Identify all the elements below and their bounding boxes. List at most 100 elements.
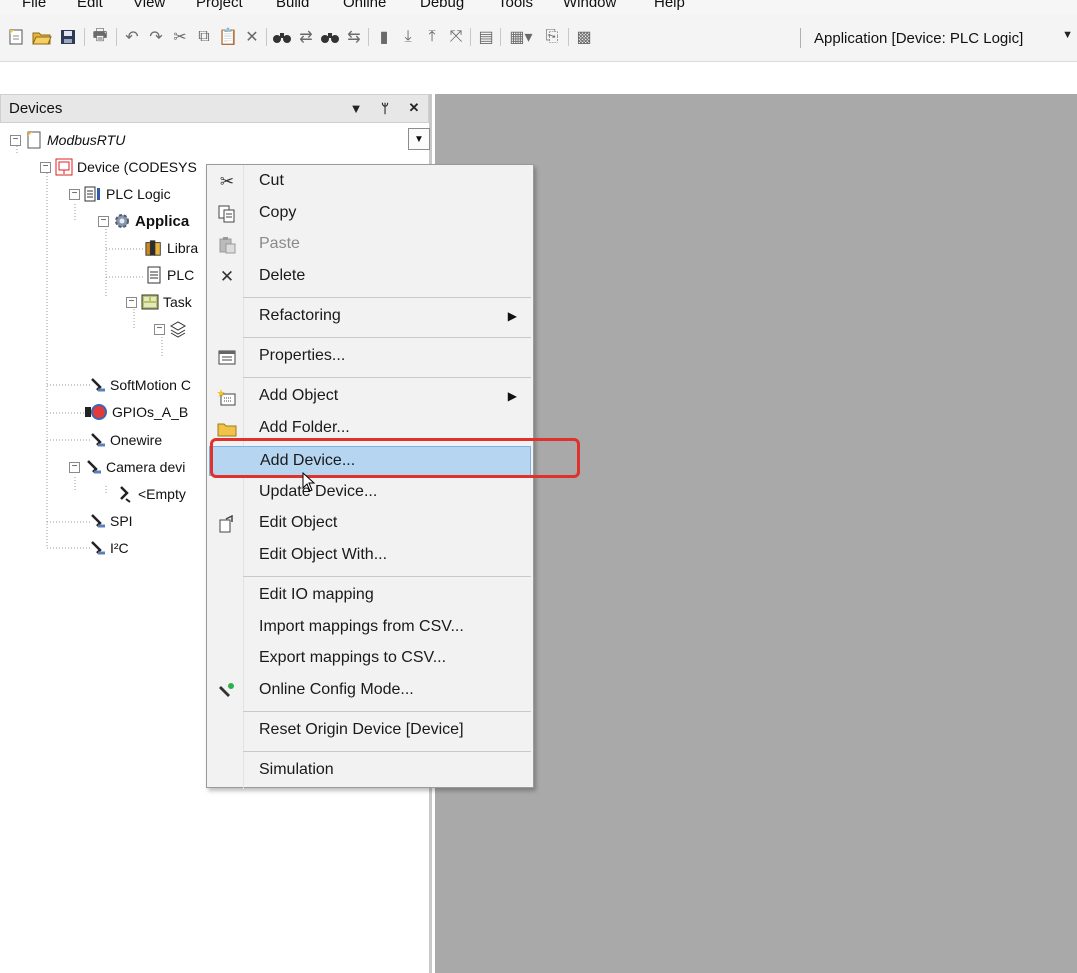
- add-object-toolbar-icon[interactable]: ▦▾: [506, 26, 536, 48]
- menu-item-edit-io-mapping[interactable]: Edit IO mapping: [209, 581, 531, 611]
- close-icon[interactable]: ✕: [405, 99, 423, 117]
- pin-icon[interactable]: ᛘ: [376, 99, 394, 117]
- open-project-icon[interactable]: [32, 26, 52, 48]
- bus-connector-icon: [84, 458, 102, 476]
- bus-connector-icon: [88, 431, 106, 449]
- menu-project[interactable]: Project: [196, 0, 243, 11]
- bookmark-icon[interactable]: ▮: [374, 26, 394, 48]
- tree-node-main-task[interactable]: −: [154, 318, 191, 340]
- menu-separator: [243, 751, 531, 752]
- redo-icon[interactable]: ↷: [146, 26, 166, 48]
- tree-label-empty: <Empty: [138, 486, 186, 502]
- copy-toolbar-icon[interactable]: ⧉: [194, 26, 214, 48]
- print-icon[interactable]: 🖶: [90, 26, 110, 48]
- add-object-icon: [216, 387, 238, 407]
- tree-node-task-configuration[interactable]: − Task: [126, 291, 192, 313]
- tree-node-plc-prg[interactable]: PLC: [145, 264, 194, 286]
- tree-node-onewire[interactable]: Onewire: [88, 429, 162, 451]
- menu-item-online-config-mode[interactable]: Online Config Mode...: [209, 676, 531, 706]
- menu-online[interactable]: Online: [343, 0, 386, 11]
- delete-toolbar-icon[interactable]: ✕: [242, 26, 262, 48]
- collapse-icon[interactable]: −: [40, 161, 51, 173]
- edit-object-toolbar-icon[interactable]: ⎘: [542, 26, 562, 48]
- tree-node-spi[interactable]: SPI: [88, 510, 133, 532]
- menu-edit[interactable]: Edit: [77, 0, 103, 11]
- collapse-icon[interactable]: −: [10, 134, 21, 146]
- wrench-icon: [216, 681, 238, 701]
- tree-node-i2c[interactable]: I²C: [88, 537, 129, 559]
- cut-toolbar-icon[interactable]: ✂: [170, 26, 190, 48]
- tree-label-camera: Camera devi: [106, 459, 186, 475]
- folder-icon: [216, 419, 238, 439]
- task-configuration-icon: [141, 293, 159, 311]
- menu-item-edit-object-with[interactable]: Edit Object With...: [209, 541, 531, 571]
- menu-debug[interactable]: Debug: [420, 0, 464, 11]
- menu-separator: [243, 377, 531, 378]
- bookmark-clear-icon[interactable]: ⤧: [446, 26, 466, 48]
- tree-label-plc-logic: PLC Logic: [106, 186, 171, 202]
- collapse-icon[interactable]: −: [98, 215, 109, 227]
- menu-bar: File Edit View Project Build Online Debu…: [0, 0, 1077, 14]
- find-next-icon[interactable]: [320, 26, 340, 48]
- panel-menu-chevron-icon[interactable]: ▼: [347, 99, 365, 117]
- tree-node-modbusrtu[interactable]: − ModbusRTU: [10, 129, 125, 151]
- replace-icon[interactable]: ⇆: [344, 26, 364, 48]
- menu-item-refactoring[interactable]: Refactoring ▶: [209, 302, 531, 332]
- menu-item-properties[interactable]: Properties...: [209, 342, 531, 372]
- menu-item-cut[interactable]: ✂ Cut: [209, 167, 531, 197]
- collapse-icon[interactable]: −: [69, 188, 80, 200]
- menu-item-simulation[interactable]: Simulation: [209, 756, 531, 786]
- tree-node-empty-slot[interactable]: <Empty: [116, 483, 186, 505]
- undo-icon[interactable]: ↶: [122, 26, 142, 48]
- active-application-combo[interactable]: Application [Device: PLC Logic] ▼: [806, 26, 1077, 50]
- bookmark-next-icon[interactable]: ⤓: [398, 26, 418, 48]
- tree-node-device[interactable]: − Device (CODESYS: [40, 156, 197, 178]
- tree-node-library-manager[interactable]: Libra: [145, 237, 198, 259]
- collapse-icon[interactable]: −: [154, 323, 165, 335]
- menu-tools[interactable]: Tools: [498, 0, 533, 11]
- tree-node-plc-logic[interactable]: − PLC Logic: [69, 183, 171, 205]
- menu-item-paste[interactable]: Paste: [209, 230, 531, 260]
- menu-view[interactable]: View: [133, 0, 165, 11]
- tree-label-softmotion: SoftMotion C: [110, 377, 191, 393]
- find-replace-icon[interactable]: ⇄: [296, 26, 316, 48]
- menu-item-delete[interactable]: ✕ Delete: [209, 262, 531, 292]
- save-icon[interactable]: [58, 26, 78, 48]
- menu-item-import-mappings[interactable]: Import mappings from CSV...: [209, 613, 531, 643]
- program-file-icon: [145, 266, 163, 284]
- menu-item-update-device[interactable]: Update Device...: [209, 478, 531, 508]
- paste-toolbar-icon[interactable]: 📋: [218, 26, 238, 48]
- tree-label-spi: SPI: [110, 513, 133, 529]
- tree-node-application[interactable]: − Applica: [98, 210, 189, 232]
- device-config-icon[interactable]: ▩: [574, 26, 594, 48]
- find-icon[interactable]: [272, 26, 292, 48]
- tree-label-gpios: GPIOs_A_B: [112, 404, 189, 420]
- collapse-icon[interactable]: −: [69, 461, 80, 473]
- bookmark-prev-icon[interactable]: ⤒: [422, 26, 442, 48]
- menu-window[interactable]: Window: [563, 0, 616, 11]
- chevron-down-icon[interactable]: ▼: [1062, 29, 1073, 41]
- menu-item-copy[interactable]: Copy: [209, 199, 531, 229]
- menu-help[interactable]: Help: [654, 0, 685, 11]
- tree-node-softmotion[interactable]: SoftMotion C: [88, 374, 191, 396]
- copy-icon: [216, 204, 238, 224]
- menu-file[interactable]: File: [22, 0, 46, 11]
- gpio-icon: [84, 403, 108, 421]
- collapse-icon[interactable]: −: [126, 296, 137, 308]
- menu-item-edit-object[interactable]: Edit Object: [209, 509, 531, 539]
- menu-item-reset-origin-device[interactable]: Reset Origin Device [Device]: [209, 716, 531, 746]
- chevron-down-icon: ▼: [414, 133, 424, 145]
- menu-separator: [243, 337, 531, 338]
- menu-build[interactable]: Build: [276, 0, 309, 11]
- tree-root-dropdown-button[interactable]: ▼: [408, 128, 430, 150]
- menu-item-export-mappings[interactable]: Export mappings to CSV...: [209, 644, 531, 674]
- tree-node-camera-device[interactable]: − Camera devi: [69, 456, 185, 478]
- menu-item-add-object[interactable]: Add Object ▶: [209, 382, 531, 412]
- properties-toolbar-icon[interactable]: ▤: [476, 26, 496, 48]
- tree-label-plc-prg: PLC: [167, 267, 195, 283]
- new-project-icon[interactable]: [6, 26, 26, 48]
- properties-icon: [216, 347, 238, 367]
- tree-node-gpios[interactable]: GPIOs_A_B: [84, 401, 188, 423]
- delete-x-icon: ✕: [219, 267, 235, 286]
- document-tab-strip: [0, 62, 1077, 94]
